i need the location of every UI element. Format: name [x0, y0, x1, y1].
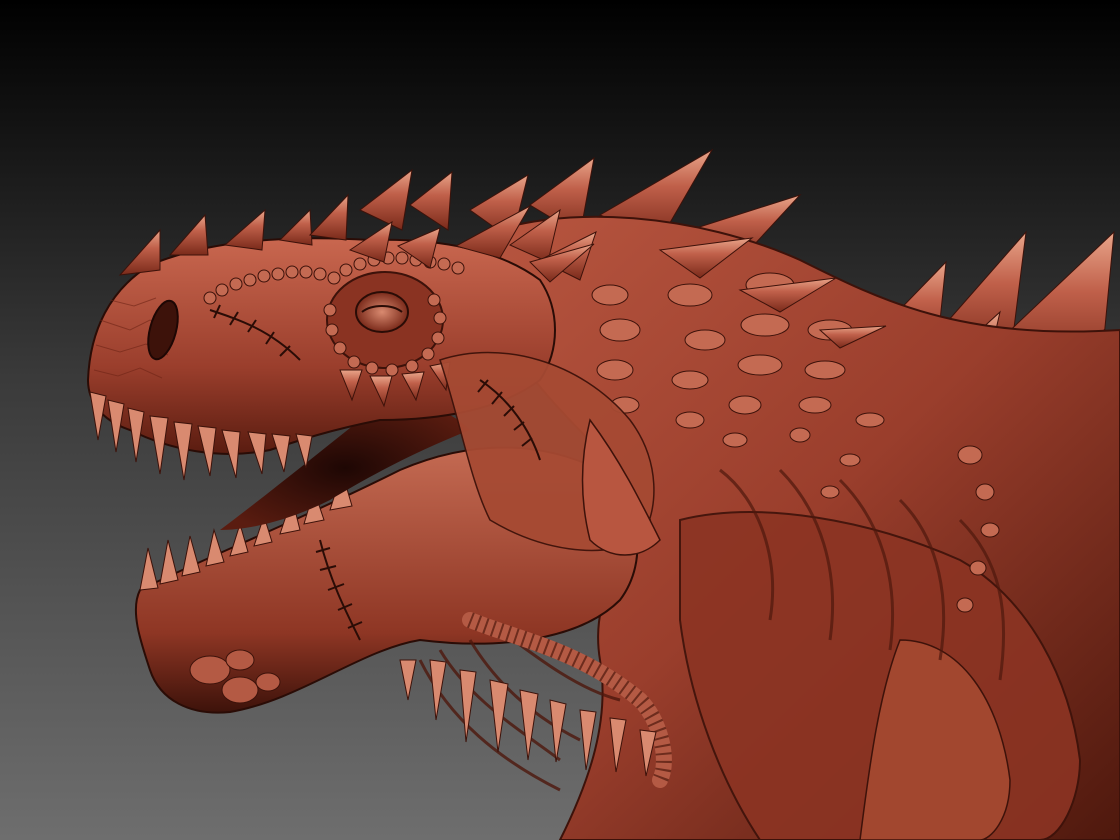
- eye: [355, 291, 409, 333]
- render-viewport: [0, 0, 1120, 840]
- sculpt-render: [0, 0, 1120, 840]
